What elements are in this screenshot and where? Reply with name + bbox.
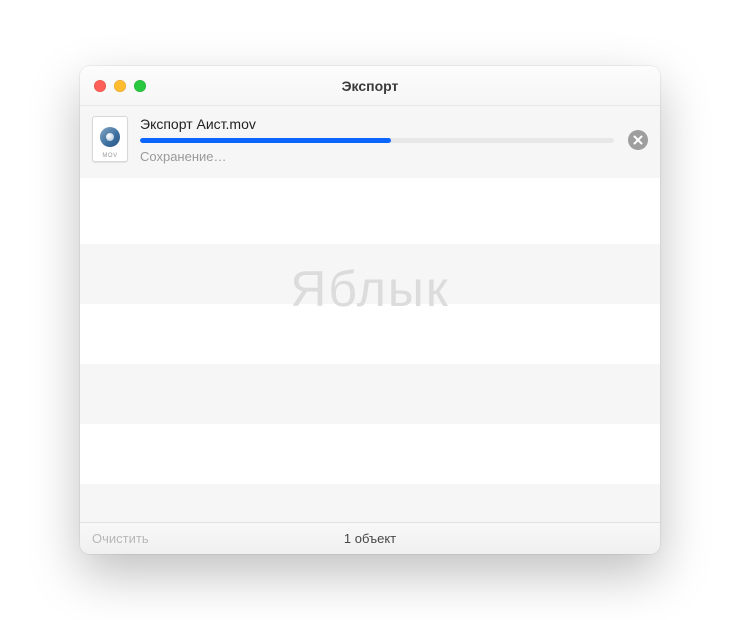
quicktime-icon: [100, 127, 120, 147]
export-item-main: Экспорт Аист.mov Сохранение…: [140, 116, 614, 164]
empty-list-background: [80, 184, 660, 522]
file-ext-label: MOV: [102, 153, 117, 159]
mov-file-icon: MOV: [92, 116, 128, 162]
export-filename: Экспорт Аист.mov: [140, 116, 614, 132]
export-item-row[interactable]: MOV Экспорт Аист.mov Сохранение…: [80, 106, 660, 178]
clear-button[interactable]: Очистить: [80, 531, 161, 546]
traffic-lights: [80, 80, 146, 92]
minimize-window-button[interactable]: [114, 80, 126, 92]
export-status: Сохранение…: [140, 149, 614, 164]
content-area: MOV Экспорт Аист.mov Сохранение…: [80, 106, 660, 522]
export-window: Экспорт MOV Экспорт Аист.mov Сохранение…: [80, 66, 660, 554]
close-icon: [633, 135, 643, 145]
cancel-export-button[interactable]: [628, 130, 648, 150]
titlebar: Экспорт: [80, 66, 660, 106]
window-title: Экспорт: [80, 78, 660, 94]
progress-bar: [140, 138, 614, 143]
zoom-window-button[interactable]: [134, 80, 146, 92]
progress-fill: [140, 138, 391, 143]
footer-bar: Очистить 1 объект: [80, 522, 660, 554]
item-count-label: 1 объект: [80, 531, 660, 546]
close-window-button[interactable]: [94, 80, 106, 92]
